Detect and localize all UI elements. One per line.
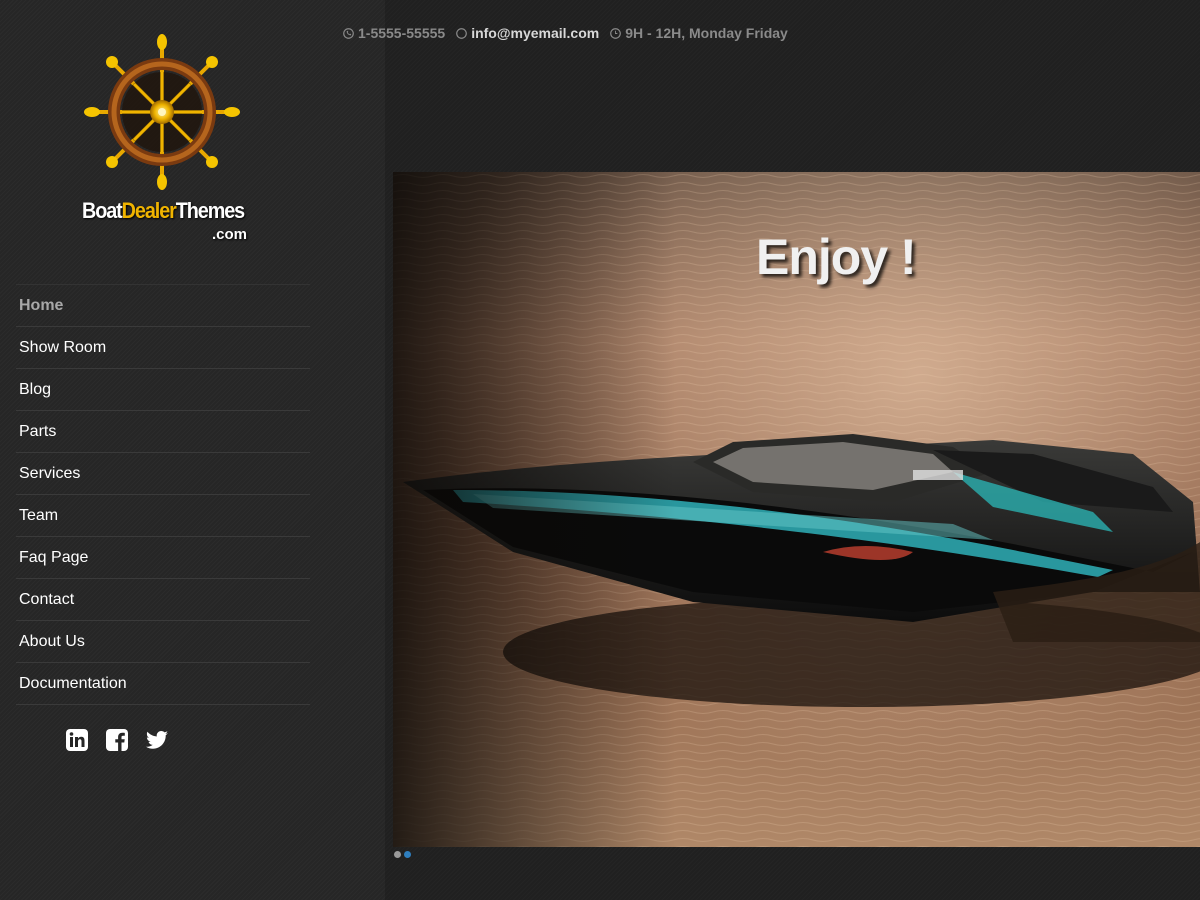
main-nav: Home Show Room Blog Parts Services Team … <box>16 284 310 705</box>
site-logo[interactable]: BoatDealerThemes .com <box>80 30 250 250</box>
nav-item-contact[interactable]: Contact <box>16 579 310 621</box>
nav-item-about-us[interactable]: About Us <box>16 621 310 663</box>
contact-phone: 1-5555-55555 <box>343 25 445 41</box>
logo-word-3: Themes <box>175 198 245 223</box>
phone-number: 1-5555-55555 <box>358 25 446 41</box>
slide-dot-2[interactable] <box>404 851 411 858</box>
slide-caption: Enjoy ! <box>756 229 917 285</box>
social-links <box>65 728 169 752</box>
nav-item-blog[interactable]: Blog <box>16 369 310 411</box>
ships-wheel-icon <box>84 34 240 190</box>
nav-item-team[interactable]: Team <box>16 495 310 537</box>
facebook-icon[interactable] <box>105 728 129 752</box>
nav-item-services[interactable]: Services <box>16 453 310 495</box>
contact-bar: 1-5555-55555 info@myemail.com 9H - 12H, … <box>343 25 799 41</box>
logo-word-2: Dealer <box>121 198 177 223</box>
contact-email[interactable]: info@myemail.com <box>456 25 599 41</box>
sidebar: BoatDealerThemes .com Home Show Room Blo… <box>0 0 385 900</box>
business-hours: 9H - 12H, Monday Friday <box>625 25 788 41</box>
nav-item-show-room[interactable]: Show Room <box>16 327 310 369</box>
nav-item-parts[interactable]: Parts <box>16 411 310 453</box>
logo-suffix: .com <box>212 226 248 243</box>
email-icon <box>456 27 468 39</box>
linkedin-icon[interactable] <box>65 728 89 752</box>
contact-hours: 9H - 12H, Monday Friday <box>610 25 788 41</box>
hero-slider[interactable]: Enjoy ! <box>393 172 1200 847</box>
phone-icon <box>343 27 354 39</box>
nav-item-home[interactable]: Home <box>16 285 310 327</box>
nav-item-documentation[interactable]: Documentation <box>16 663 310 705</box>
nav-item-faq-page[interactable]: Faq Page <box>16 537 310 579</box>
clock-icon <box>610 27 622 39</box>
twitter-icon[interactable] <box>145 728 169 752</box>
slider-pagination <box>394 851 411 858</box>
email-address[interactable]: info@myemail.com <box>471 25 599 41</box>
logo-word-1: Boat <box>82 198 123 223</box>
slide-dot-1[interactable] <box>394 851 401 858</box>
logo-wordmark: BoatDealerThemes <box>82 198 245 224</box>
